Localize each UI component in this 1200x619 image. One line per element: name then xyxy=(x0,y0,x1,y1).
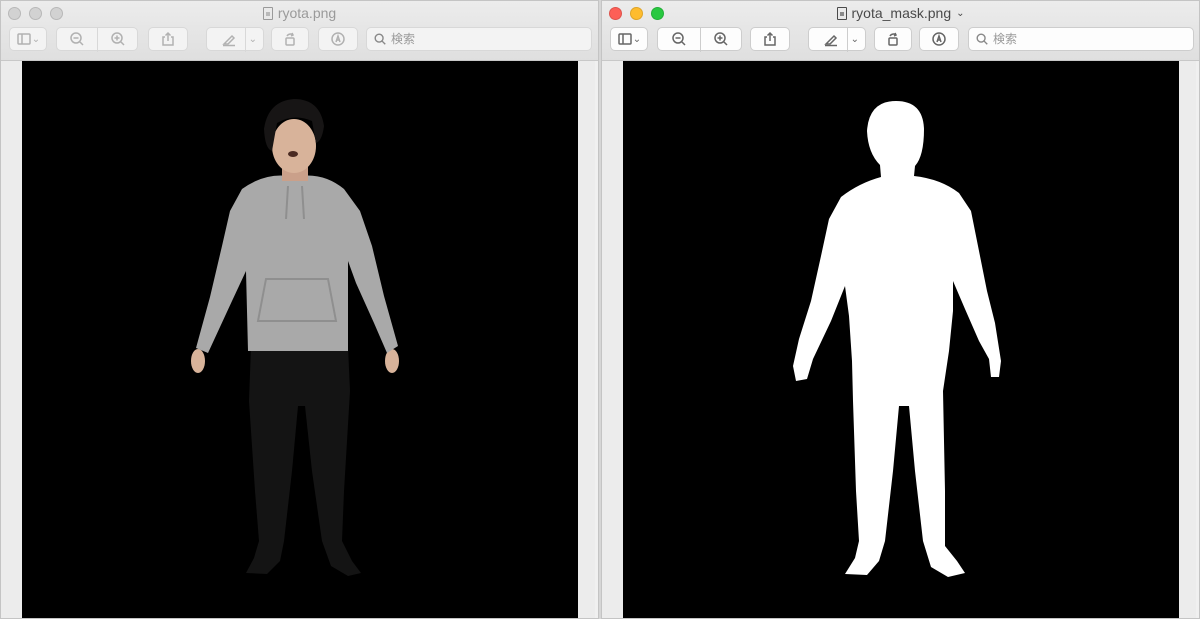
rotate-icon xyxy=(285,32,295,46)
zoom-in-icon xyxy=(111,32,125,46)
chevron-down-icon: ⌄ xyxy=(632,33,642,45)
rotate-icon xyxy=(888,32,898,46)
toolbar: ⌄ ⌄ xyxy=(602,27,1199,53)
image-viewport xyxy=(1,61,598,618)
search-input[interactable] xyxy=(391,32,571,46)
silhouette-mask xyxy=(623,61,1179,618)
window-controls xyxy=(609,7,664,20)
window-title-text: ryota.png xyxy=(277,5,337,21)
zoom-in-icon xyxy=(713,32,728,46)
chevron-down-icon: ⌄ xyxy=(850,33,859,45)
zoom-out-button[interactable] xyxy=(57,28,97,50)
window-title: ryota.png xyxy=(1,5,598,21)
mouth xyxy=(288,151,298,157)
markup-toolbar-button[interactable]: ⌄ xyxy=(206,27,264,52)
document-icon[interactable] xyxy=(836,6,847,20)
zoom-button[interactable] xyxy=(50,7,63,20)
sidebar-icon xyxy=(17,33,31,45)
rotate-button[interactable] xyxy=(874,27,912,51)
chevron-down-icon[interactable]: ⌄ xyxy=(956,8,964,19)
preview-window-ryota-mask: ryota_mask.png ⌄ ⌄ ⌄ xyxy=(601,0,1200,619)
mask-canvas xyxy=(623,61,1179,618)
search-field[interactable] xyxy=(968,27,1194,51)
sidebar-view-button[interactable]: ⌄ xyxy=(9,27,47,51)
share-icon xyxy=(162,31,174,46)
sidebar-view-button[interactable]: ⌄ xyxy=(610,27,648,51)
share-button[interactable] xyxy=(750,27,790,51)
annotate-button[interactable] xyxy=(318,27,358,51)
zoom-in-button[interactable] xyxy=(700,28,741,50)
face xyxy=(272,119,316,173)
search-input[interactable] xyxy=(993,32,1173,46)
markup-pen-icon xyxy=(331,32,345,46)
annotate-button[interactable] xyxy=(919,27,959,51)
zoom-out-button[interactable] xyxy=(658,28,699,50)
chevron-down-icon: ⌄ xyxy=(248,33,257,45)
minimize-button[interactable] xyxy=(29,7,42,20)
zoom-button[interactable] xyxy=(651,7,664,20)
share-icon xyxy=(764,31,776,46)
search-field[interactable] xyxy=(366,27,592,51)
minimize-button[interactable] xyxy=(630,7,643,20)
highlighter-icon xyxy=(824,34,838,47)
zoom-out-icon xyxy=(70,32,84,46)
toolbar: ⌄ ⌄ xyxy=(1,27,598,53)
chevron-down-icon: ⌄ xyxy=(31,33,41,45)
title-bar[interactable]: ryota.png ⌄ ⌄ xyxy=(1,1,598,61)
close-button[interactable] xyxy=(609,7,622,20)
search-icon xyxy=(374,33,386,45)
title-bar[interactable]: ryota_mask.png ⌄ ⌄ ⌄ xyxy=(602,1,1199,61)
markup-pen-icon xyxy=(932,32,946,46)
sidebar-icon xyxy=(618,33,632,45)
scrollbar[interactable] xyxy=(1196,61,1199,618)
rotate-button[interactable] xyxy=(271,27,309,51)
window-title-text: ryota_mask.png xyxy=(851,5,952,21)
zoom-in-button[interactable] xyxy=(98,28,138,50)
zoom-out-icon xyxy=(671,32,686,46)
document-icon[interactable] xyxy=(262,6,273,20)
person-photo xyxy=(22,61,578,618)
share-button[interactable] xyxy=(148,27,188,51)
window-title: ryota_mask.png ⌄ xyxy=(602,5,1199,21)
scrollbar[interactable] xyxy=(595,61,598,618)
left-hand xyxy=(191,349,205,373)
image-viewport xyxy=(602,61,1199,618)
search-icon xyxy=(976,33,988,45)
photo-canvas xyxy=(22,61,578,618)
window-controls xyxy=(8,7,63,20)
markup-toolbar-button[interactable]: ⌄ xyxy=(808,27,866,52)
close-button[interactable] xyxy=(8,7,21,20)
preview-window-ryota: ryota.png ⌄ ⌄ xyxy=(0,0,599,619)
highlighter-icon xyxy=(222,34,236,47)
